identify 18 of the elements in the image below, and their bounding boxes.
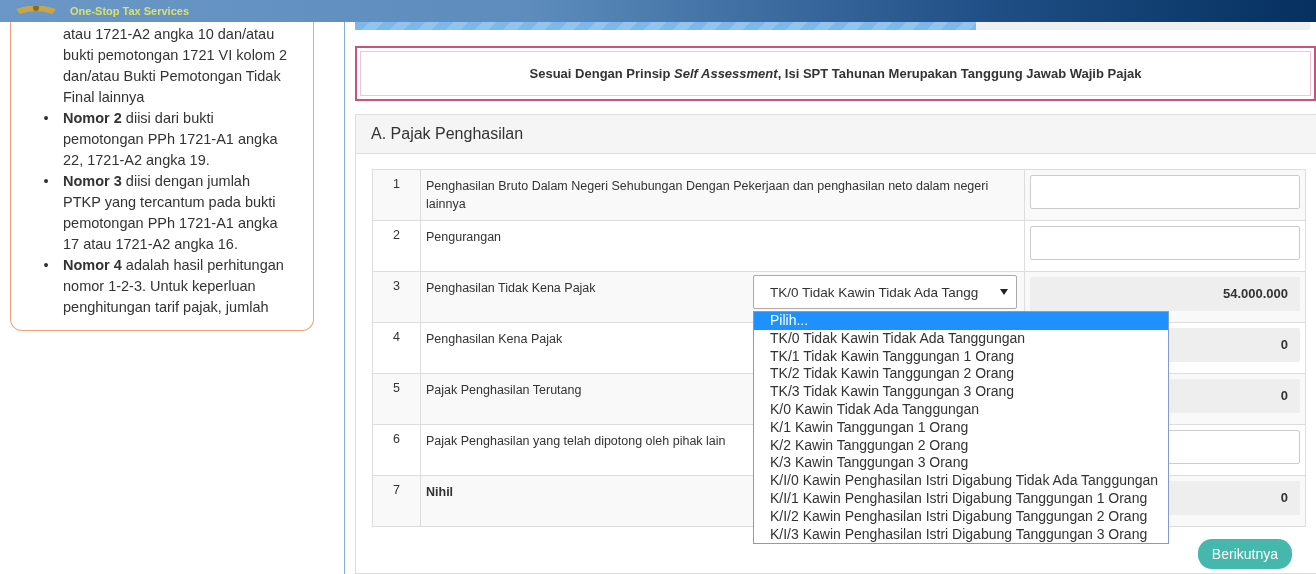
row-label: Penghasilan Tidak Kena Pajak [425,280,597,297]
row-label: Penghasilan Kena Pajak [425,331,564,348]
bullet-marker: • [42,109,50,128]
row-label: Pajak Penghasilan Terutang [425,382,583,399]
row-label: Pajak Penghasilan yang telah dipotong oleh pihak lain [425,433,727,450]
row-label: Nihil [425,484,455,501]
section-title: A. Pajak Penghasilan [356,115,1316,154]
bullet-marker: • [42,172,50,191]
row-number: 7 [373,476,421,526]
row-label: Penghasilan Bruto Dalam Negeri Sehubungan Dengan Pekerjaan dan penghasilan neto dalam negeri lainnya [425,178,990,213]
help-text: Nomor 3 diisi dengan jumlah PTKP yang tercantum pada bukti pemotongan PPh 1721-A1 angka 17 atau 1721-A2 angka 16. [63,172,279,254]
brand-tagline: One-Stop Tax Services [70,4,189,18]
help-text: Nomor 2 diisi dari bukti pemotongan PPh 1721-A1 angka 22, 1721-A2 angka 19. [63,109,279,170]
bullet-marker: • [42,256,50,275]
amount-field: 54.000.000 [1030,277,1300,311]
row-label: Pengurangan [425,229,503,246]
help-text: Nomor 4 adalah hasil perhitungan nomor 1-2-3. Untuk keperluan penghitungan tarif pajak, jumlah [63,256,285,317]
notice-text: Sesuai Dengan Prinsip Self Assessment, Isi SPT Tahunan Merupakan Tanggung Jawab Wajib Pajak [360,51,1311,96]
